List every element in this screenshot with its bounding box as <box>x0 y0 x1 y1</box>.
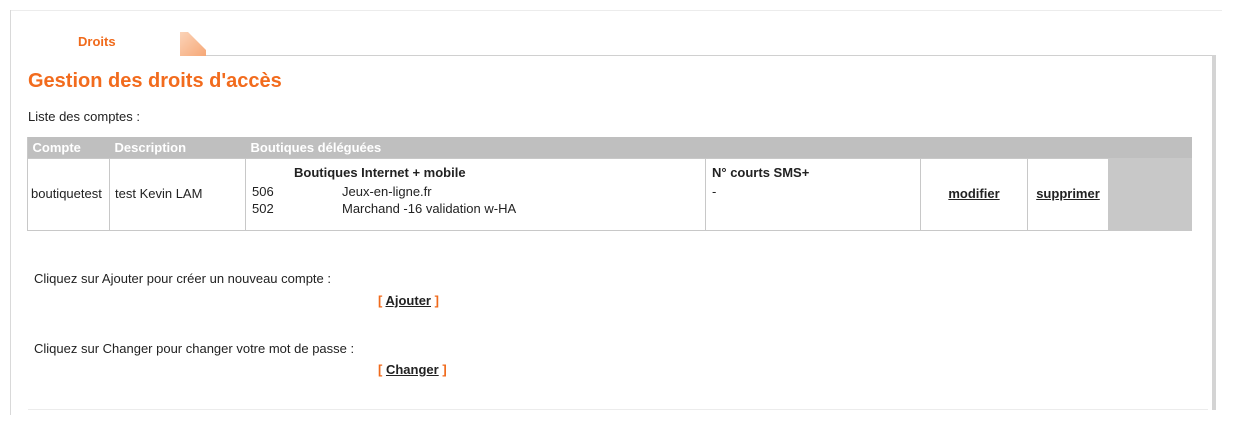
accounts-table: Compte Description Boutiques déléguées b… <box>27 137 1192 231</box>
add-help-text: Cliquez sur Ajouter pour créer un nouvea… <box>34 271 332 286</box>
shop-name: Marchand -16 validation w-HA <box>342 200 517 217</box>
shops-list: 506 Jeux-en-ligne.fr 502 Marchand -16 va… <box>252 183 517 217</box>
cell-sms: N° courts SMS+ - <box>705 158 921 231</box>
cell-description: test Kevin LAM <box>109 158 246 231</box>
header-compte: Compte <box>27 137 110 159</box>
open-bracket: [ <box>378 362 383 377</box>
password-help-text: Cliquez sur Changer pour changer votre m… <box>34 341 355 356</box>
edit-account-link[interactable]: modifier <box>948 186 999 201</box>
header-description: Description <box>109 137 246 159</box>
frame-top-border <box>10 10 1222 11</box>
tab-droits[interactable]: Droits <box>78 34 116 49</box>
close-bracket: ] <box>434 293 439 308</box>
table-header-row: Compte Description Boutiques déléguées <box>27 137 1192 159</box>
delete-account-link[interactable]: supprimer <box>1036 186 1100 201</box>
close-bracket: ] <box>442 362 447 377</box>
shops-subheader: Boutiques Internet + mobile <box>294 165 466 180</box>
add-account-label[interactable]: Ajouter <box>385 293 431 308</box>
cell-modifier: modifier <box>920 158 1028 231</box>
cell-filler <box>1108 158 1192 231</box>
shop-id: 506 <box>252 183 342 200</box>
header-boutiques: Boutiques déléguées <box>245 137 1192 159</box>
frame-right-border <box>1212 55 1216 410</box>
cell-compte: boutiquetest <box>27 158 110 231</box>
frame-left-border <box>10 10 11 415</box>
bottom-divider <box>28 409 1208 410</box>
page-title: Gestion des droits d'accès <box>28 70 282 92</box>
list-item: 506 Jeux-en-ligne.fr <box>252 183 517 200</box>
sms-value: - <box>712 184 717 199</box>
open-bracket: [ <box>378 293 383 308</box>
cell-supprimer: supprimer <box>1027 158 1109 231</box>
shop-name: Jeux-en-ligne.fr <box>342 183 517 200</box>
content-panel <box>26 56 1212 410</box>
change-password-button[interactable]: [ Changer ] <box>378 362 447 377</box>
change-password-label[interactable]: Changer <box>386 362 439 377</box>
sms-subheader: N° courts SMS+ <box>712 165 810 180</box>
shop-id: 502 <box>252 200 342 217</box>
accounts-list-label: Liste des comptes : <box>28 109 140 124</box>
add-account-button[interactable]: [ Ajouter ] <box>378 293 439 308</box>
table-row: boutiquetest test Kevin LAM Boutiques In… <box>27 158 1192 231</box>
cell-shops: Boutiques Internet + mobile 506 Jeux-en-… <box>245 158 706 231</box>
tab-fold-icon <box>180 32 206 56</box>
list-item: 502 Marchand -16 validation w-HA <box>252 200 517 217</box>
